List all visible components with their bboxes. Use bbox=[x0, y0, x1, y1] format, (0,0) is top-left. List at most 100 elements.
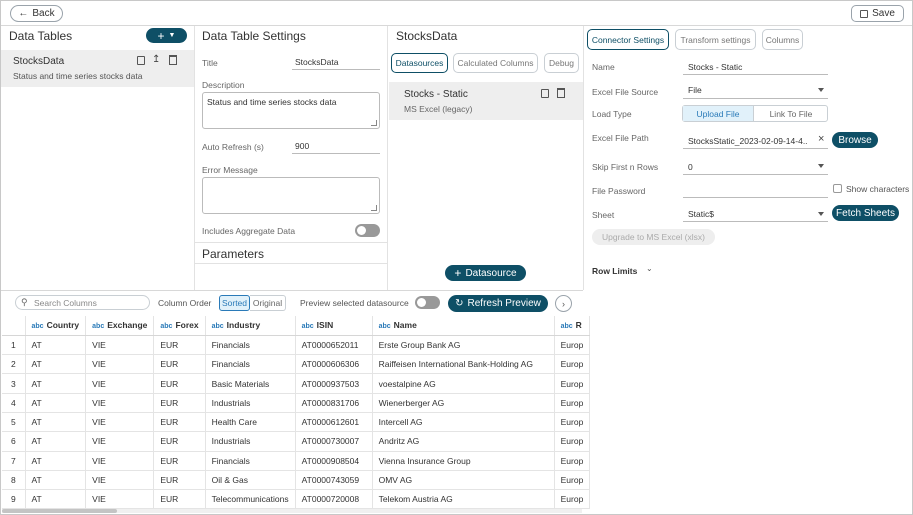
row-number: 2 bbox=[2, 354, 26, 375]
divider bbox=[195, 263, 387, 264]
table-cell: AT bbox=[25, 489, 87, 510]
error-message-textarea[interactable] bbox=[202, 177, 380, 214]
resize-handle-icon[interactable] bbox=[371, 120, 377, 126]
search-icon: ⚲ bbox=[21, 297, 28, 307]
column-header-exchange[interactable]: abc Exchange bbox=[85, 316, 155, 336]
load-type-label: Load Type bbox=[592, 109, 632, 119]
sheet-select[interactable]: Static$ bbox=[688, 209, 808, 219]
tab-debug[interactable]: Debug bbox=[544, 53, 579, 73]
table-cell: Europ bbox=[554, 489, 591, 510]
trash-icon[interactable] bbox=[557, 88, 565, 98]
table-cell: Financials bbox=[205, 335, 296, 356]
table-cell: EUR bbox=[153, 335, 206, 356]
chevron-down-icon[interactable] bbox=[818, 164, 824, 168]
add-data-table-button[interactable]: + ▼ bbox=[146, 28, 187, 43]
description-textarea[interactable]: Status and time series stocks data bbox=[202, 92, 380, 129]
upload-icon[interactable]: ↥ bbox=[152, 54, 160, 65]
copy-icon[interactable] bbox=[137, 56, 145, 65]
upgrade-button[interactable]: Upgrade to MS Excel (xlsx) bbox=[592, 229, 715, 245]
table-row[interactable]: 2 AT VIE EUR Financials AT0000606306 Raiffeise… bbox=[2, 354, 591, 375]
link-to-file-option[interactable]: Link To File bbox=[755, 106, 827, 121]
table-row[interactable]: 4 AT VIE EUR Industrials AT0000831706 Wienerbe… bbox=[2, 393, 591, 413]
fetch-sheets-button[interactable]: Fetch Sheets bbox=[832, 205, 899, 221]
column-header-region[interactable]: abc R bbox=[554, 316, 591, 336]
table-cell: AT bbox=[25, 451, 87, 471]
aggregate-toggle[interactable] bbox=[355, 224, 380, 237]
settings-title: Data Table Settings bbox=[202, 29, 306, 43]
chevron-right-icon[interactable]: › bbox=[555, 295, 572, 312]
row-number: 4 bbox=[2, 393, 26, 413]
sorted-option[interactable]: Sorted bbox=[219, 295, 250, 311]
table-cell: Health Care bbox=[205, 412, 296, 433]
column-header-isin[interactable]: abc ISIN bbox=[295, 316, 373, 336]
column-header-country[interactable]: abc Country bbox=[25, 316, 87, 336]
scrollbar-thumb[interactable] bbox=[2, 509, 117, 513]
divider bbox=[1, 290, 583, 291]
table-row[interactable]: 7 AT VIE EUR Financials AT0000908504 Vienna In… bbox=[2, 451, 591, 471]
search-columns-input[interactable]: ⚲ Search Columns bbox=[15, 295, 150, 310]
table-cell: Europ bbox=[554, 335, 591, 356]
preview-toggle[interactable] bbox=[415, 296, 440, 309]
excel-source-label: Excel File Source bbox=[592, 87, 659, 97]
tab-columns[interactable]: Columns bbox=[762, 29, 803, 50]
add-datasource-button[interactable]: + Datasource bbox=[445, 265, 526, 281]
original-option[interactable]: Original bbox=[250, 295, 286, 311]
table-row[interactable]: 5 AT VIE EUR Health Care AT0000612601 Intercel… bbox=[2, 412, 591, 433]
skip-rows-underline bbox=[683, 174, 828, 175]
table-cell: VIE bbox=[85, 431, 155, 452]
resize-handle-icon[interactable] bbox=[371, 205, 377, 211]
data-table-item[interactable]: StocksData Status and time series stocks… bbox=[1, 50, 194, 87]
preview-table: abc Country abc Exchange abc Forex abc Indus… bbox=[2, 316, 591, 510]
file-password-input[interactable] bbox=[683, 197, 828, 198]
description-label: Description bbox=[202, 80, 245, 90]
excel-path-label: Excel File Path bbox=[592, 133, 649, 143]
back-button[interactable]: ← Back bbox=[10, 5, 63, 22]
copy-icon[interactable] bbox=[541, 89, 549, 98]
title-input[interactable]: StocksData bbox=[295, 57, 380, 67]
parameters-title: Parameters bbox=[202, 247, 265, 261]
show-characters-checkbox[interactable] bbox=[833, 184, 842, 193]
auto-refresh-input[interactable]: 900 bbox=[295, 141, 380, 151]
column-header-name[interactable]: abc Name bbox=[372, 316, 555, 336]
clear-icon[interactable]: × bbox=[818, 133, 824, 145]
chevron-down-icon[interactable]: ⌄ bbox=[646, 264, 653, 273]
table-row[interactable]: 9 AT VIE EUR Telecommunications AT0000720008 T… bbox=[2, 489, 591, 510]
table-row[interactable]: 6 AT VIE EUR Industrials AT0000730007 Andritz … bbox=[2, 431, 591, 452]
table-cell: Financials bbox=[205, 451, 296, 471]
table-row[interactable]: 3 AT VIE EUR Basic Materials AT0000937503 voes… bbox=[2, 373, 591, 394]
upload-file-option[interactable]: Upload File bbox=[683, 106, 754, 121]
table-cell: AT bbox=[25, 373, 87, 394]
table-cell: EUR bbox=[153, 431, 206, 452]
tab-transform-settings[interactable]: Transform settings bbox=[675, 29, 756, 50]
excel-path-input[interactable]: StocksStatic_2023-02-09-14-4... bbox=[688, 136, 808, 146]
refresh-preview-button[interactable]: ↻ Refresh Preview bbox=[448, 295, 548, 312]
chevron-down-icon[interactable] bbox=[818, 88, 824, 92]
horizontal-scrollbar[interactable] bbox=[2, 509, 582, 513]
preview-selected-label: Preview selected datasource bbox=[300, 298, 409, 308]
save-button[interactable]: Save bbox=[851, 5, 904, 22]
column-header-forex[interactable]: abc Forex bbox=[153, 316, 206, 336]
table-cell: EUR bbox=[153, 470, 206, 491]
browse-button[interactable]: Browse bbox=[832, 132, 878, 148]
skip-rows-select[interactable]: 0 bbox=[688, 162, 808, 172]
excel-source-select[interactable]: File bbox=[688, 85, 808, 95]
name-input[interactable]: Stocks - Static bbox=[688, 62, 823, 72]
table-row[interactable]: 8 AT VIE EUR Oil & Gas AT0000743059 OMV AG Euro… bbox=[2, 470, 591, 491]
tab-connector-settings[interactable]: Connector Settings bbox=[587, 29, 669, 50]
column-header-industry[interactable]: abc Industry bbox=[205, 316, 296, 336]
row-number: 8 bbox=[2, 470, 26, 491]
datasource-item[interactable]: Stocks - Static MS Excel (legacy) bbox=[389, 82, 583, 120]
row-limits-label[interactable]: Row Limits bbox=[592, 266, 637, 276]
table-cell: Europ bbox=[554, 470, 591, 491]
tab-calculated-columns[interactable]: Calculated Columns bbox=[453, 53, 538, 73]
table-cell: Europ bbox=[554, 451, 591, 471]
row-number-header bbox=[2, 316, 26, 336]
table-cell: AT bbox=[25, 335, 87, 356]
file-password-label: File Password bbox=[592, 186, 646, 196]
trash-icon[interactable] bbox=[169, 55, 177, 65]
tab-datasources[interactable]: Datasources bbox=[391, 53, 448, 73]
table-row[interactable]: 1 AT VIE EUR Financials AT0000652011 Erste Gro… bbox=[2, 335, 591, 356]
chevron-down-icon[interactable] bbox=[818, 212, 824, 216]
sheet-label: Sheet bbox=[592, 210, 615, 220]
table-cell: AT bbox=[25, 470, 87, 491]
